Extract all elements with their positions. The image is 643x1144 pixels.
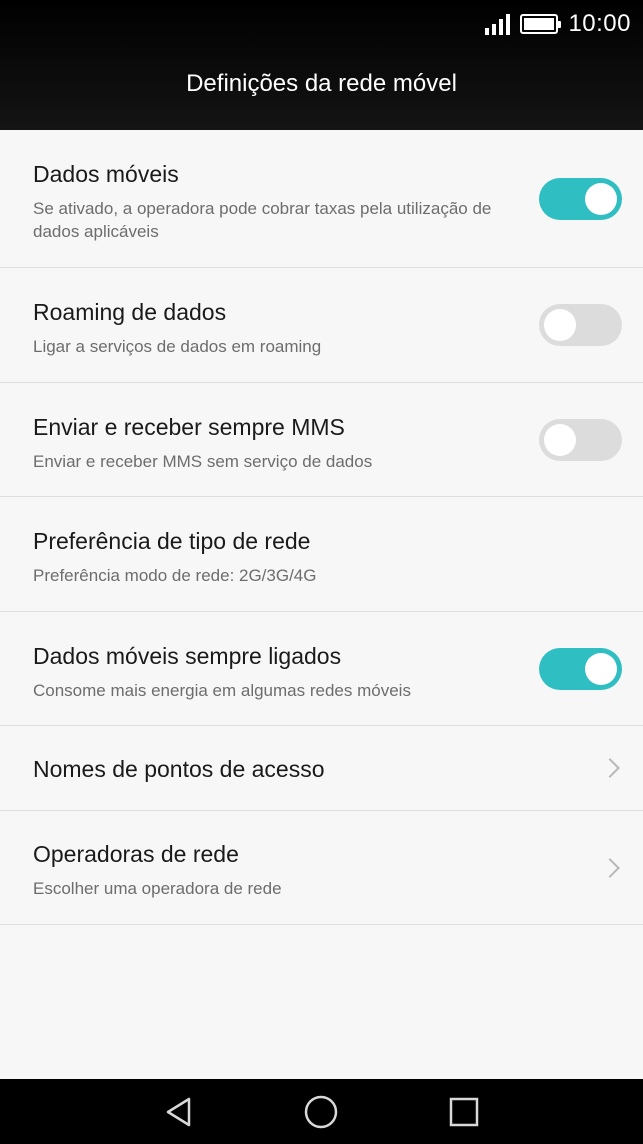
setting-mobile-data[interactable]: Dados móveis Se ativado, a operadora pod… bbox=[0, 130, 643, 268]
setting-title: Nomes de pontos de acesso bbox=[33, 756, 325, 782]
setting-title: Dados móveis bbox=[33, 161, 179, 187]
setting-title: Roaming de dados bbox=[33, 299, 227, 325]
chevron-right-icon bbox=[600, 758, 620, 778]
setting-access-point-names[interactable]: Nomes de pontos de acesso bbox=[0, 726, 643, 811]
recents-icon[interactable] bbox=[446, 1094, 482, 1130]
data-roaming-toggle[interactable] bbox=[539, 304, 622, 346]
battery-icon bbox=[520, 14, 562, 34]
always-mms-toggle[interactable] bbox=[539, 419, 622, 461]
setting-subtitle: Ligar a serviços de dados em roaming bbox=[33, 337, 322, 356]
home-icon[interactable] bbox=[303, 1094, 339, 1130]
setting-subtitle: Escolher uma operadora de rede bbox=[33, 879, 282, 898]
data-always-on-toggle[interactable] bbox=[539, 648, 622, 690]
app-header: 10:00 Definições da rede móvel bbox=[0, 0, 643, 130]
setting-title: Enviar e receber sempre MMS bbox=[33, 414, 345, 440]
setting-subtitle: Enviar e receber MMS sem serviço de dado… bbox=[33, 452, 373, 471]
setting-title: Dados móveis sempre ligados bbox=[33, 643, 342, 669]
back-icon[interactable] bbox=[161, 1094, 197, 1130]
setting-subtitle: Preferência modo de rede: 2G/3G/4G bbox=[33, 566, 317, 585]
chevron-right-icon bbox=[600, 858, 620, 878]
navigation-bar bbox=[0, 1079, 643, 1144]
setting-title: Operadoras de rede bbox=[33, 841, 239, 867]
setting-data-always-on[interactable]: Dados móveis sempre ligados Consome mais… bbox=[0, 612, 643, 726]
setting-subtitle: Consome mais energia em algumas redes mó… bbox=[33, 681, 411, 700]
status-bar: 10:00 bbox=[485, 8, 631, 40]
setting-subtitle: Se ativado, a operadora pode cobrar taxa… bbox=[33, 199, 492, 241]
setting-network-operators[interactable]: Operadoras de rede Escolher uma operador… bbox=[0, 811, 643, 925]
status-time: 10:00 bbox=[568, 10, 631, 37]
signal-icon bbox=[485, 13, 511, 35]
setting-network-type[interactable]: Preferência de tipo de rede Preferência … bbox=[0, 497, 643, 612]
settings-list: Dados móveis Se ativado, a operadora pod… bbox=[0, 130, 643, 925]
page-title: Definições da rede móvel bbox=[186, 70, 457, 97]
mobile-data-toggle[interactable] bbox=[539, 178, 622, 220]
setting-always-mms[interactable]: Enviar e receber sempre MMS Enviar e rec… bbox=[0, 383, 643, 497]
setting-data-roaming[interactable]: Roaming de dados Ligar a serviços de dad… bbox=[0, 268, 643, 383]
setting-title: Preferência de tipo de rede bbox=[33, 528, 311, 554]
